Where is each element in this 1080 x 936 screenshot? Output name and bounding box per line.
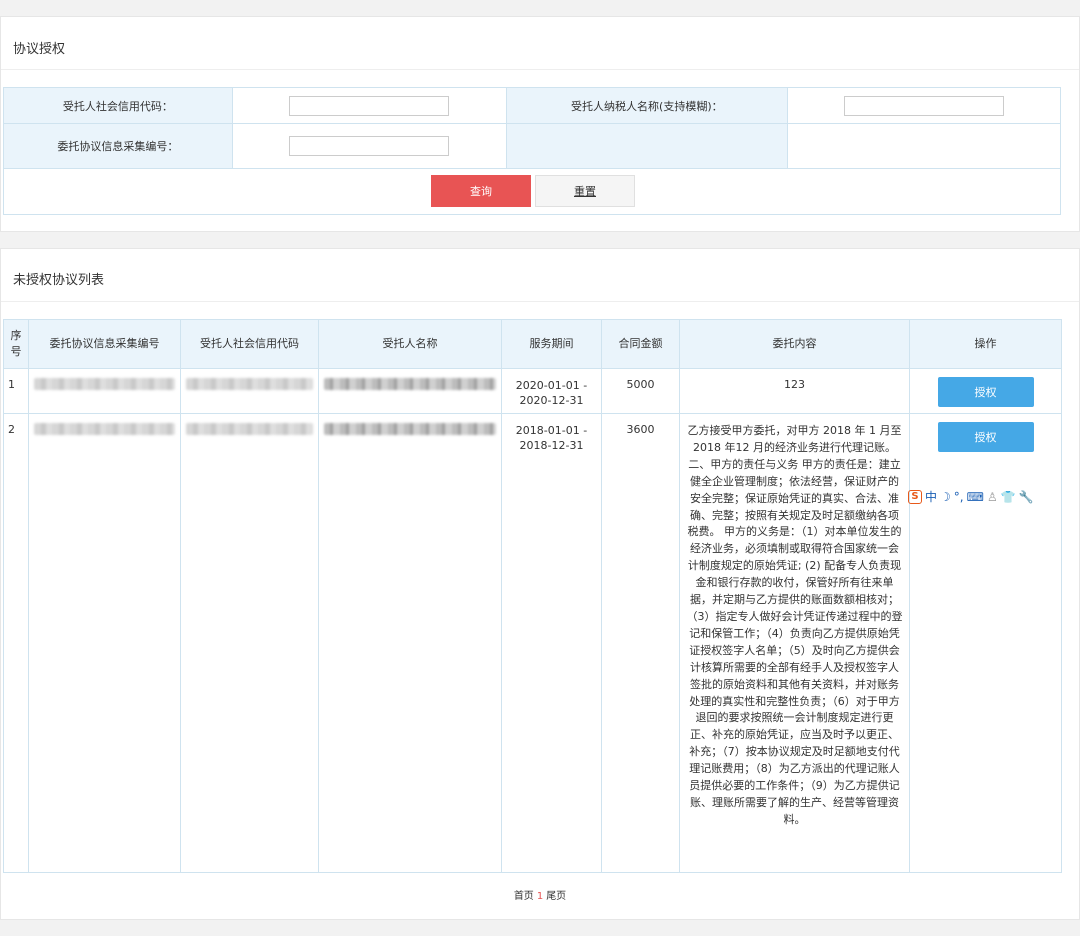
chinese-mode-icon[interactable]: 中 xyxy=(925,488,937,505)
agreement-no-cell xyxy=(28,413,181,873)
redacted-value xyxy=(34,378,175,390)
period-end: 2020-12-31 xyxy=(519,394,584,407)
authorize-button[interactable]: 授权 xyxy=(937,422,1034,452)
empty-cell xyxy=(505,123,789,169)
service-period-cell: 2020-01-01 - 2020-12-31 xyxy=(501,368,602,414)
period-start: 2020-01-01 - xyxy=(515,379,588,392)
service-period-cell: 2018-01-01 - 2018-12-31 xyxy=(501,413,602,873)
redacted-value xyxy=(324,378,496,390)
row-index: 2 xyxy=(3,413,29,873)
credit-code-cell xyxy=(180,413,319,873)
sogou-logo-icon[interactable]: S xyxy=(908,489,922,504)
action-cell: 授权 xyxy=(909,368,1062,414)
taxpayer-name-input[interactable] xyxy=(844,95,1005,116)
skin-icon[interactable]: 👕 xyxy=(1001,490,1016,504)
redacted-value xyxy=(186,423,313,435)
moon-icon[interactable]: ☽ xyxy=(940,490,951,504)
trustee-name-cell xyxy=(318,368,502,414)
agreement-no-cell xyxy=(28,368,181,414)
credit-code-label: 受托人社会信用代码： xyxy=(3,87,233,124)
search-form: 受托人社会信用代码： 受托人纳税人名称(支持模糊)： 委托协议信息采集编号： xyxy=(3,87,1061,169)
agreement-table: 序号 委托协议信息采集编号 受托人社会信用代码 受托人名称 服务期间 合同金额 … xyxy=(3,319,1062,873)
content-cell: 乙方接受甲方委托，对甲方 2018 年 1 月至 2018 年12 月的经济业务… xyxy=(679,413,910,873)
column-header: 受托人社会信用代码 xyxy=(180,319,319,369)
taxpayer-name-label: 受托人纳税人名称(支持模糊)： xyxy=(505,87,789,124)
column-header: 委托内容 xyxy=(679,319,910,369)
redacted-value xyxy=(186,378,313,390)
column-header: 委托协议信息采集编号 xyxy=(28,319,181,369)
redacted-value xyxy=(324,423,496,435)
action-cell: 授权 S 中 ☽ °, ⌨ ♙ 👕 🔧 xyxy=(908,413,1062,873)
content-text: 乙方接受甲方委托，对甲方 2018 年 1 月至 2018 年12 月的经济业务… xyxy=(686,424,903,826)
punctuation-icon[interactable]: °, xyxy=(954,490,964,504)
column-header: 序号 xyxy=(3,319,29,369)
trustee-name-cell xyxy=(318,413,502,873)
query-button[interactable]: 查询 xyxy=(431,175,531,207)
divider xyxy=(1,301,1079,302)
list-panel-title: 未授权协议列表 xyxy=(13,273,105,288)
divider xyxy=(1,69,1079,70)
tools-icon[interactable]: 🔧 xyxy=(1019,490,1034,504)
period-start: 2018-01-01 - xyxy=(515,424,588,437)
table-row: 2 2018-01-01 - 2018-12-31 3600 乙方接受甲方委托，… xyxy=(3,413,1062,873)
redacted-value xyxy=(34,423,175,435)
credit-code-cell xyxy=(180,368,319,414)
authorize-button[interactable]: 授权 xyxy=(937,377,1034,407)
agreement-no-label: 委托协议信息采集编号： xyxy=(3,123,233,169)
user-icon[interactable]: ♙ xyxy=(987,490,998,504)
amount-cell: 3600 xyxy=(601,413,680,873)
reset-button[interactable]: 重置 xyxy=(535,175,635,207)
column-header: 操作 xyxy=(909,319,1062,369)
list-panel: 未授权协议列表 序号 委托协议信息采集编号 受托人社会信用代码 受托人名称 服务… xyxy=(0,248,1080,920)
credit-code-input[interactable] xyxy=(289,95,450,116)
amount-cell: 5000 xyxy=(601,368,680,414)
row-index: 1 xyxy=(3,368,29,414)
column-header: 服务期间 xyxy=(501,319,602,369)
table-row: 1 2020-01-01 - 2020-12-31 5000 123 授权 xyxy=(3,368,1062,414)
agreement-no-input[interactable] xyxy=(289,136,450,156)
keyboard-icon[interactable]: ⌨ xyxy=(967,490,984,504)
table-header: 序号 委托协议信息采集编号 受托人社会信用代码 受托人名称 服务期间 合同金额 … xyxy=(3,319,1062,369)
empty-cell xyxy=(787,123,1061,169)
content-cell: 123 xyxy=(679,368,910,414)
column-header: 受托人名称 xyxy=(318,319,502,369)
last-page-link[interactable]: 尾页 xyxy=(546,891,566,902)
ime-toolbar[interactable]: S 中 ☽ °, ⌨ ♙ 👕 🔧 xyxy=(908,488,1061,505)
pagination: 首页 1 尾页 xyxy=(1,887,1079,902)
first-page-link[interactable]: 首页 xyxy=(514,891,534,902)
search-panel-title: 协议授权 xyxy=(13,42,66,57)
current-page[interactable]: 1 xyxy=(537,891,543,902)
column-header: 合同金额 xyxy=(601,319,680,369)
button-row: 查询 重置 xyxy=(3,169,1061,215)
search-panel: 协议授权 受托人社会信用代码： 受托人纳税人名称(支持模糊)： 委托协议信息采集… xyxy=(0,16,1080,232)
period-end: 2018-12-31 xyxy=(519,439,584,452)
